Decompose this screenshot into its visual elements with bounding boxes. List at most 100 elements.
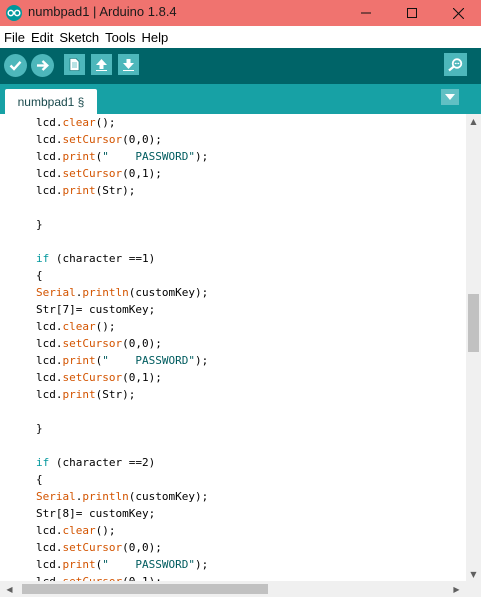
code-token: (0,1); <box>122 371 162 384</box>
code-line: lcd.clear(); <box>36 318 116 335</box>
code-token: ); <box>194 150 209 163</box>
code-token: { <box>36 269 43 282</box>
vertical-scroll-thumb[interactable] <box>468 294 479 352</box>
code-line: Serial.println(customKey); <box>36 284 208 301</box>
code-token: if <box>36 456 50 469</box>
code-token: print <box>62 558 96 571</box>
code-token: (Str); <box>95 388 136 401</box>
arrow-down-icon <box>123 59 134 71</box>
close-button[interactable] <box>435 0 481 26</box>
code-token: (character ==2) <box>49 456 156 469</box>
code-token: lcd. <box>36 371 63 384</box>
code-token: (customKey); <box>128 286 209 299</box>
code-line: { <box>36 471 43 488</box>
code-token: ); <box>194 354 209 367</box>
code-line: lcd.setCursor(0,1); <box>36 369 162 386</box>
vertical-scrollbar[interactable]: ▲ ▼ <box>466 114 481 581</box>
code-token: setCursor <box>62 337 123 350</box>
code-token: setCursor <box>62 371 123 384</box>
code-token: { <box>36 473 43 486</box>
tab-menu-button[interactable] <box>441 89 459 105</box>
code-token: lcd. <box>36 524 63 537</box>
code-token: print <box>62 184 96 197</box>
arduino-logo-icon <box>6 5 22 21</box>
code-token: setCursor <box>62 541 123 554</box>
horizontal-scroll-thumb[interactable] <box>22 584 268 594</box>
minimize-button[interactable] <box>343 0 389 26</box>
code-token: (0,1); <box>122 167 162 180</box>
code-token: (customKey); <box>128 490 209 503</box>
code-token: " PASSWORD" <box>102 558 195 571</box>
chevron-right-icon[interactable]: ▶ <box>449 582 464 596</box>
code-token: (); <box>95 116 116 129</box>
code-line: } <box>36 420 43 437</box>
code-token: lcd. <box>36 133 63 146</box>
code-token: (); <box>95 524 116 537</box>
horizontal-scrollbar[interactable]: ◀ ▶ <box>0 581 466 597</box>
code-line: lcd.setCursor(0,1); <box>36 165 162 182</box>
title-bar: numbpad1 | Arduino 1.8.4 <box>0 0 481 26</box>
code-line: lcd.print(" PASSWORD"); <box>36 352 208 369</box>
code-token: (0,0); <box>122 337 162 350</box>
menu-tools[interactable]: Tools <box>105 30 140 45</box>
code-line: lcd.print(" PASSWORD"); <box>36 148 208 165</box>
new-button[interactable] <box>64 54 85 75</box>
tab-strip: numbpad1 § <box>0 84 481 114</box>
code-token: println <box>82 286 129 299</box>
scrollbar-corner <box>466 581 481 597</box>
code-token: clear <box>62 320 96 333</box>
code-editor[interactable]: lcd.clear(); lcd.setCursor(0,0); lcd.print… <box>0 114 466 581</box>
magnifier-icon <box>448 58 463 72</box>
code-token: setCursor <box>62 167 123 180</box>
verify-button[interactable] <box>4 54 27 77</box>
code-token: lcd. <box>36 388 63 401</box>
code-token: setCursor <box>62 133 123 146</box>
code-line: lcd.print(Str); <box>36 386 135 403</box>
code-token: (0,0); <box>122 133 162 146</box>
new-file-icon <box>69 58 80 71</box>
code-token: print <box>62 388 96 401</box>
code-line: if (character ==2) <box>36 454 155 471</box>
code-line: lcd.setCursor(0,1); <box>36 573 162 581</box>
menu-file[interactable]: File <box>4 30 30 45</box>
minimize-icon <box>361 12 371 14</box>
code-line: lcd.print(Str); <box>36 182 135 199</box>
code-token: clear <box>62 524 96 537</box>
code-token: } <box>36 218 43 231</box>
menu-help[interactable]: Help <box>141 30 173 45</box>
menu-edit[interactable]: Edit <box>31 30 58 45</box>
code-token: println <box>82 490 129 503</box>
serial-monitor-button[interactable] <box>444 53 467 76</box>
toolbar <box>0 48 481 84</box>
menu-bar: File Edit Sketch Tools Help <box>0 26 481 48</box>
code-line: lcd.clear(); <box>36 114 116 131</box>
code-line: lcd.setCursor(0,0); <box>36 335 162 352</box>
open-button[interactable] <box>91 54 112 75</box>
code-line: { <box>36 267 43 284</box>
code-token: print <box>62 150 96 163</box>
chevron-down-icon[interactable]: ▼ <box>466 567 481 581</box>
code-token: " PASSWORD" <box>102 354 195 367</box>
chevron-up-icon[interactable]: ▲ <box>466 114 481 128</box>
code-token: " PASSWORD" <box>102 150 195 163</box>
window-title: numbpad1 | Arduino 1.8.4 <box>28 4 177 19</box>
maximize-button[interactable] <box>389 0 435 26</box>
code-token: ); <box>194 558 209 571</box>
code-token: lcd. <box>36 184 63 197</box>
code-token: lcd. <box>36 116 63 129</box>
triangle-down-icon <box>445 94 455 100</box>
save-button[interactable] <box>118 54 139 75</box>
upload-button[interactable] <box>31 54 54 77</box>
code-token: Serial <box>36 286 76 299</box>
code-token: } <box>36 422 43 435</box>
code-token: if <box>36 252 50 265</box>
menu-sketch[interactable]: Sketch <box>59 30 104 45</box>
chevron-left-icon[interactable]: ◀ <box>2 582 17 596</box>
code-line: } <box>36 216 43 233</box>
code-token: Str[8]= customKey; <box>36 507 156 520</box>
code-line: lcd.clear(); <box>36 522 116 539</box>
tab-numbpad1[interactable]: numbpad1 § <box>5 89 97 114</box>
code-token: print <box>62 354 96 367</box>
code-line: lcd.print(" PASSWORD"); <box>36 556 208 573</box>
code-line: Serial.println(customKey); <box>36 488 208 505</box>
